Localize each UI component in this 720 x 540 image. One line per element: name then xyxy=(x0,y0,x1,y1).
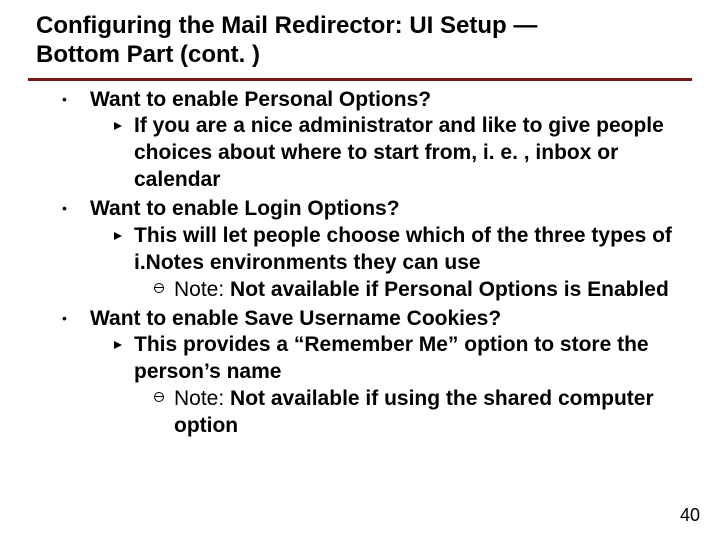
page-number: 40 xyxy=(680,505,700,526)
slide: Configuring the Mail Redirector: UI Setu… xyxy=(0,0,720,540)
bullet-item: Want to enable Login Options? This will … xyxy=(62,196,692,304)
note-label: Note: xyxy=(174,387,230,410)
bullet-list: Want to enable Personal Options? If you … xyxy=(28,87,692,440)
note-label: Note: xyxy=(174,278,230,301)
bullet-head: Want to enable Personal Options? xyxy=(90,87,692,114)
slide-title: Configuring the Mail Redirector: UI Setu… xyxy=(28,12,692,76)
note-body: Not available if Personal Options is Ena… xyxy=(230,278,669,301)
bullet-item: Want to enable Save Username Cookies? Th… xyxy=(62,306,692,440)
title-line-2: Bottom Part (cont. ) xyxy=(36,41,260,68)
sub-text: This will let people choose which of the… xyxy=(134,224,672,274)
sub-item: This will let people choose which of the… xyxy=(110,223,692,304)
note-item: Note: Not available if Personal Options … xyxy=(152,277,692,304)
note-list: Note: Not available if Personal Options … xyxy=(134,277,692,304)
sub-text: If you are a nice administrator and like… xyxy=(134,114,664,191)
title-line-1: Configuring the Mail Redirector: UI Setu… xyxy=(36,12,537,39)
note-body: Not available if using the shared comput… xyxy=(174,387,654,437)
title-rule xyxy=(28,78,692,81)
bullet-head: Want to enable Save Username Cookies? xyxy=(90,306,692,333)
bullet-head: Want to enable Login Options? xyxy=(90,196,692,223)
sub-list: This will let people choose which of the… xyxy=(90,223,692,304)
sub-item: This provides a “Remember Me” option to … xyxy=(110,332,692,440)
sub-list: This provides a “Remember Me” option to … xyxy=(90,332,692,440)
sub-list: If you are a nice administrator and like… xyxy=(90,113,692,194)
sub-text: This provides a “Remember Me” option to … xyxy=(134,333,649,383)
bullet-item: Want to enable Personal Options? If you … xyxy=(62,87,692,195)
note-list: Note: Not available if using the shared … xyxy=(134,386,692,440)
sub-item: If you are a nice administrator and like… xyxy=(110,113,692,194)
note-item: Note: Not available if using the shared … xyxy=(152,386,692,440)
